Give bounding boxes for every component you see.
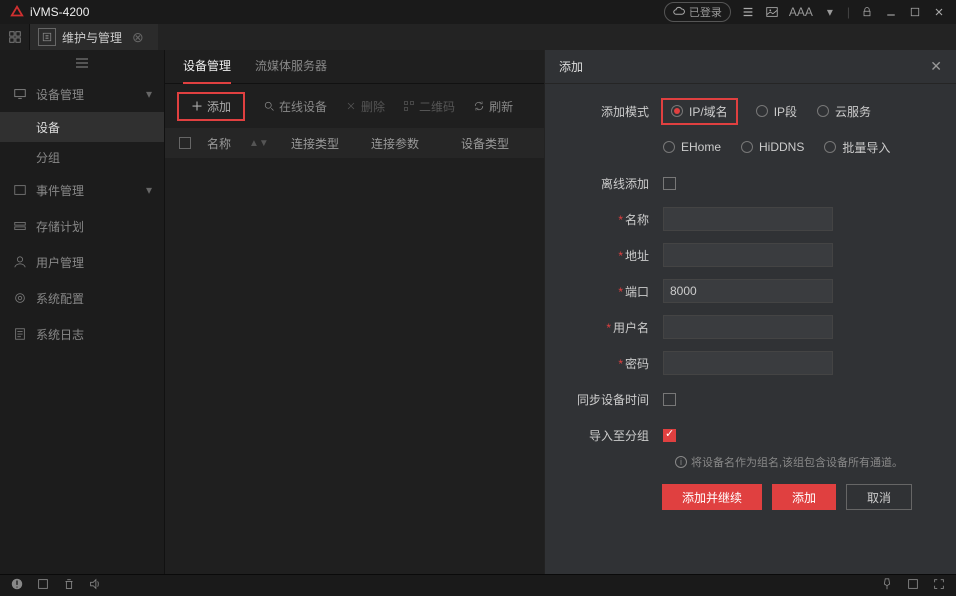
col-name[interactable]: 名称 <box>207 135 231 152</box>
window-icon[interactable] <box>906 577 920 594</box>
trash-icon[interactable] <box>62 577 76 594</box>
panel-title: 添加 <box>559 58 583 75</box>
tab-stream-server[interactable]: 流媒体服务器 <box>255 50 327 84</box>
add-confirm-button[interactable]: 添加 <box>772 484 836 510</box>
qr-button[interactable]: 二维码 <box>403 98 455 115</box>
panel-close-icon[interactable]: ✕ <box>930 58 942 75</box>
select-all-checkbox[interactable] <box>179 137 191 149</box>
chevron-down-icon: ▾ <box>146 183 152 197</box>
sidebar-collapse-icon[interactable] <box>0 50 164 76</box>
pin-icon[interactable] <box>880 577 894 594</box>
hint-text: i将设备名作为组名,该组包含设备所有通道。 <box>675 454 934 470</box>
tab-maintenance[interactable]: 维护与管理 ⊗ <box>30 24 158 50</box>
radio-icon <box>817 105 829 117</box>
sidebar-item-device-mgmt[interactable]: 设备管理 ▾ <box>0 76 164 112</box>
import-group-checkbox[interactable] <box>663 429 676 442</box>
qr-icon <box>403 100 415 112</box>
sidebar-item-storage-plan[interactable]: 存储计划 <box>0 208 164 244</box>
lock-icon[interactable] <box>860 5 874 19</box>
list-icon[interactable] <box>741 5 755 19</box>
volume-icon[interactable] <box>88 577 102 594</box>
label-sync-time: 同步设备时间 <box>567 391 663 408</box>
event-icon <box>12 182 28 198</box>
minimize-icon[interactable] <box>884 5 898 19</box>
password-input[interactable] <box>663 351 833 375</box>
refresh-button[interactable]: 刷新 <box>473 98 513 115</box>
col-device-type[interactable]: 设备类型 <box>461 135 509 152</box>
port-input[interactable] <box>663 279 833 303</box>
delete-button[interactable]: 删除 <box>345 98 385 115</box>
sidebar-item-system-log[interactable]: 系统日志 <box>0 316 164 352</box>
sidebar-item-device[interactable]: 设备 <box>0 112 164 142</box>
app-title: iVMS-4200 <box>30 5 89 19</box>
motion-icon[interactable] <box>36 577 50 594</box>
info-icon: i <box>675 456 687 468</box>
cancel-button[interactable]: 取消 <box>846 484 912 510</box>
radio-icon <box>824 141 836 153</box>
add-continue-button[interactable]: 添加并继续 <box>662 484 762 510</box>
log-icon <box>12 326 28 342</box>
gear-icon <box>12 290 28 306</box>
close-icon[interactable] <box>932 5 946 19</box>
col-conn-type[interactable]: 连接类型 <box>291 135 339 152</box>
chevron-down-icon[interactable]: ▾ <box>823 5 837 19</box>
offline-add-checkbox[interactable] <box>663 177 676 190</box>
alert-icon[interactable] <box>10 577 24 594</box>
address-input[interactable] <box>663 243 833 267</box>
username-input[interactable] <box>663 315 833 339</box>
sidebar-item-event-mgmt[interactable]: 事件管理 ▾ <box>0 172 164 208</box>
storage-icon <box>12 218 28 234</box>
cloud-icon <box>673 6 685 18</box>
refresh-icon <box>473 100 485 112</box>
mode-ehome[interactable]: EHome <box>663 140 721 154</box>
login-status[interactable]: 已登录 <box>664 2 731 22</box>
sidebar-item-group[interactable]: 分组 <box>0 142 164 172</box>
tab-device-mgmt[interactable]: 设备管理 <box>183 50 231 84</box>
radio-icon <box>756 105 768 117</box>
aaa-label[interactable]: AAA <box>789 5 813 19</box>
tab-bar: 维护与管理 ⊗ <box>0 24 956 50</box>
title-bar: iVMS-4200 已登录 AAA ▾ | <box>0 0 956 24</box>
maximize-icon[interactable] <box>908 5 922 19</box>
online-device-button[interactable]: 在线设备 <box>263 98 327 115</box>
status-bar <box>0 574 956 596</box>
image-icon[interactable] <box>765 5 779 19</box>
label-add-mode: 添加模式 <box>567 103 663 120</box>
mode-batch[interactable]: 批量导入 <box>824 139 890 156</box>
delete-icon <box>345 100 357 112</box>
mode-cloud[interactable]: 云服务 <box>817 103 871 120</box>
label-import-group: 导入至分组 <box>567 427 663 444</box>
app-logo-icon <box>10 5 24 19</box>
user-icon <box>12 254 28 270</box>
tab-label: 维护与管理 <box>62 29 122 46</box>
sync-time-checkbox[interactable] <box>663 393 676 406</box>
home-grid-icon[interactable] <box>0 24 30 50</box>
name-input[interactable] <box>663 207 833 231</box>
sidebar-item-system-config[interactable]: 系统配置 <box>0 280 164 316</box>
tab-close-icon[interactable]: ⊗ <box>132 29 144 46</box>
radio-icon <box>671 105 683 117</box>
add-button[interactable]: 添加 <box>177 92 245 121</box>
mode-hiddns[interactable]: HiDDNS <box>741 140 804 154</box>
expand-icon[interactable] <box>932 577 946 594</box>
mode-ip-range[interactable]: IP段 <box>756 103 797 120</box>
col-conn-params[interactable]: 连接参数 <box>371 135 419 152</box>
sidebar-item-user-mgmt[interactable]: 用户管理 <box>0 244 164 280</box>
chevron-down-icon: ▾ <box>146 87 152 101</box>
tab-icon <box>38 28 56 46</box>
add-panel: 添加 ✕ 添加模式 IP/域名 IP段 云服务 EHome HiDDNS <box>544 50 956 574</box>
plus-icon <box>191 100 203 112</box>
search-icon <box>263 100 275 112</box>
label-offline-add: 离线添加 <box>567 175 663 192</box>
monitor-icon <box>12 86 28 102</box>
sidebar: 设备管理 ▾ 设备 分组 事件管理 ▾ 存储计划 用户管理 系统配置 系统日志 <box>0 50 165 574</box>
radio-icon <box>663 141 675 153</box>
radio-icon <box>741 141 753 153</box>
mode-ip-domain[interactable]: IP/域名 <box>663 100 736 123</box>
